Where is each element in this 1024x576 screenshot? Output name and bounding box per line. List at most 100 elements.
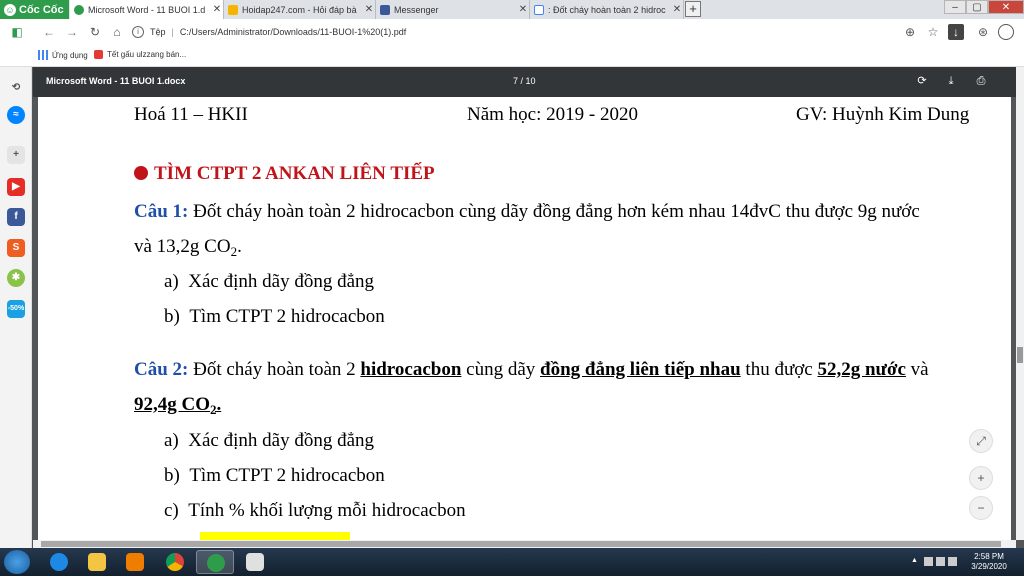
tab-pdf[interactable]: Microsoft Word - 11 BUOI 1.d ✕ [70, 0, 224, 19]
forward-button[interactable]: → [63, 23, 81, 41]
media-player-icon [126, 553, 144, 571]
bookmarks-bar: Ứng dụng Tết gấu ulzzang bán... [0, 45, 1024, 67]
pdf-page: Hoá 11 – HKII Năm học: 2019 - 2020 GV: H… [38, 97, 1011, 540]
flag-icon[interactable] [924, 557, 933, 566]
coccoc-sidebar: ♪ ⚙ ⟲ ≈ + ▶ f S ✱ -50% [0, 19, 32, 548]
list-item: b) Tìm CTPT 2 hidrocacbon [164, 306, 385, 327]
rotate-icon[interactable]: ⟳ [915, 74, 929, 88]
question-1-line-1: Câu 1: Đốt cháy hoàn toàn 2 hidrocacbon … [134, 201, 920, 222]
pdf-toolbar: Microsoft Word - 11 BUOI 1.docx 7 / 10 ⟳… [33, 67, 1016, 97]
info-icon[interactable]: i [132, 26, 144, 38]
internet-explorer-icon [50, 553, 68, 571]
vertical-scrollbar[interactable] [1016, 67, 1024, 540]
taskbar-chrome[interactable] [156, 550, 194, 574]
section-title: TÌM CTPT 2 ANKAN LIÊN TIẾP [134, 163, 435, 185]
taskbar-ie[interactable] [40, 550, 78, 574]
question-1-line-2: và 13,2g CO2. [134, 236, 242, 259]
header-left: Hoá 11 – HKII [134, 104, 248, 125]
clock-date: 3/29/2020 [971, 562, 1007, 571]
start-button[interactable] [4, 550, 30, 574]
new-tab-button[interactable]: + [685, 1, 701, 17]
game-icon[interactable]: ✱ [7, 269, 25, 287]
coccoc-icon [207, 554, 225, 572]
chrome-doc-icon [74, 4, 84, 15]
reload-button[interactable]: ↻ [86, 23, 104, 41]
tab-messenger[interactable]: Messenger ✕ [376, 0, 530, 19]
list-item: a) Xác định dãy đồng đẳng [164, 430, 374, 451]
folder-icon [88, 553, 106, 571]
print-icon[interactable]: ⎙ [974, 74, 988, 88]
zoom-out-button[interactable]: − [969, 496, 993, 520]
extension-icon[interactable]: ⊛ [975, 24, 991, 40]
maximize-button[interactable]: ▢ [966, 0, 988, 14]
history-icon[interactable]: ⟲ [7, 79, 25, 97]
tray-arrow-icon[interactable]: ▲ [911, 557, 920, 566]
sidebar-toggle-icon[interactable]: ◧ [8, 23, 26, 41]
fit-page-button[interactable]: ⤢ [969, 429, 993, 453]
shopee-icon[interactable]: S [7, 239, 25, 257]
horizontal-scrollbar[interactable] [33, 540, 1016, 548]
close-window-button[interactable]: ✕ [988, 0, 1024, 14]
zoom-in-button[interactable]: + [969, 466, 993, 490]
youtube-icon[interactable]: ▶ [7, 178, 25, 196]
bookmark-favicon-icon [94, 50, 103, 59]
pdf-viewport[interactable]: Hoá 11 – HKII Năm học: 2019 - 2020 GV: H… [33, 97, 1016, 540]
header-right: GV: Huỳnh Kim Dung [796, 104, 970, 125]
address-bar[interactable]: i Tệp | C:/Users/Administrator/Downloads… [132, 21, 897, 43]
google-icon [534, 4, 544, 15]
download-icon[interactable]: ↓ [948, 24, 964, 40]
close-icon[interactable]: ✕ [211, 4, 223, 15]
tab-hoidap[interactable]: Hoidap247.com - Hỏi đáp bà ✕ [224, 0, 376, 19]
coccoc-menu-button[interactable]: ☺ Cốc Cốc [0, 0, 69, 19]
paint-icon [246, 553, 264, 571]
question-2-line-1: Câu 2: Đốt cháy hoàn toàn 2 hidrocacbon … [134, 359, 929, 380]
brand-label: Cốc Cốc [19, 3, 64, 16]
address-scheme-label: Tệp [150, 27, 166, 37]
system-clock[interactable]: 2:58 PM 3/29/2020 [960, 552, 1018, 572]
close-icon[interactable]: ✕ [671, 4, 683, 15]
horizontal-scroll-thumb[interactable] [41, 541, 1001, 547]
bookmark-star-icon[interactable]: ☆ [925, 24, 941, 40]
highlight-mark [200, 532, 350, 540]
pdf-title: Microsoft Word - 11 BUOI 1.docx [46, 76, 186, 86]
taskbar-paint[interactable] [236, 550, 274, 574]
address-url: C:/Users/Administrator/Downloads/11-BUOI… [179, 27, 407, 37]
list-item: a) Xác định dãy đồng đẳng [164, 271, 374, 292]
volume-icon[interactable] [948, 557, 957, 566]
browser-toolbar: ◧ ← → ↻ ⌂ i Tệp | C:/Users/Administrator… [0, 19, 1024, 45]
pdf-download-icon[interactable]: ⤓ [944, 74, 958, 88]
vertical-scroll-thumb[interactable] [1017, 347, 1023, 363]
apps-grid-icon [38, 50, 48, 60]
minimize-button[interactable]: – [944, 0, 966, 14]
header-center: Năm học: 2019 - 2020 [467, 104, 638, 125]
home-button[interactable]: ⌂ [108, 23, 126, 41]
zoom-icon[interactable]: ⊕ [902, 24, 918, 40]
sale-icon[interactable]: -50% [7, 300, 25, 318]
taskbar-coccoc[interactable] [196, 550, 234, 574]
clock-time: 2:58 PM [974, 552, 1004, 561]
question-2-line-2: 92,4g CO2. [134, 394, 222, 417]
close-icon[interactable]: ✕ [517, 4, 529, 15]
bullet-icon [134, 166, 148, 180]
bookmark-apps[interactable]: Ứng dụng [38, 50, 88, 60]
back-button[interactable]: ← [40, 23, 58, 41]
facebook-icon [380, 4, 390, 15]
coccoc-logo-icon: ☺ [4, 3, 16, 16]
profile-icon[interactable] [998, 24, 1014, 40]
chrome-icon [166, 553, 184, 571]
list-item: c) Tính % khối lượng mỗi hidrocacbon [164, 500, 466, 521]
hoidap-icon [228, 4, 238, 15]
add-icon[interactable]: + [7, 146, 25, 164]
bookmark-item[interactable]: Tết gấu ulzzang bán... [94, 50, 186, 59]
page-indicator: 7 / 10 [513, 76, 536, 86]
list-item: b) Tìm CTPT 2 hidrocacbon [164, 465, 385, 486]
messenger-icon[interactable]: ≈ [7, 106, 25, 124]
tab-strip: ☺ Cốc Cốc Microsoft Word - 11 BUOI 1.d ✕… [0, 0, 1024, 19]
close-icon[interactable]: ✕ [363, 4, 375, 15]
taskbar-explorer[interactable] [78, 550, 116, 574]
facebook-sidebar-icon[interactable]: f [7, 208, 25, 226]
windows-taskbar: ▲ 2:58 PM 3/29/2020 [0, 548, 1024, 576]
network-icon[interactable] [936, 557, 945, 566]
tab-google[interactable]: : Đốt cháy hoàn toàn 2 hidroc ✕ [530, 0, 684, 19]
taskbar-media[interactable] [116, 550, 154, 574]
